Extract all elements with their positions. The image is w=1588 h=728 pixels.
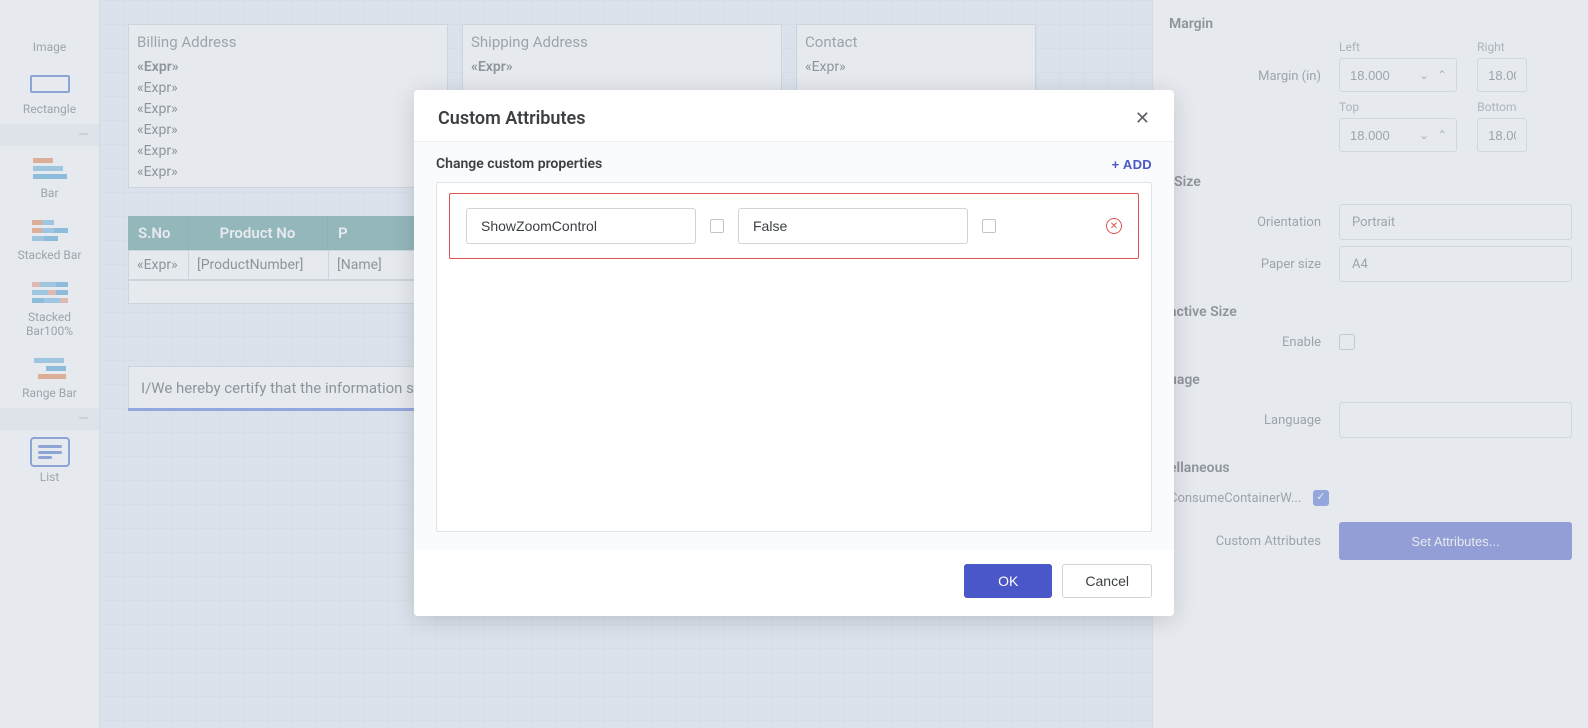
attribute-value-input[interactable] <box>738 208 968 244</box>
attribute-value-checkbox[interactable] <box>982 219 996 233</box>
add-attribute-button[interactable]: + ADD <box>1112 157 1152 172</box>
custom-attributes-dialog: Custom Attributes ✕ Change custom proper… <box>414 90 1174 616</box>
ok-button[interactable]: OK <box>964 564 1052 598</box>
attributes-list: ✕ <box>436 182 1152 532</box>
attribute-key-input[interactable] <box>466 208 696 244</box>
delete-attribute-icon[interactable]: ✕ <box>1106 218 1122 234</box>
cancel-button[interactable]: Cancel <box>1062 564 1152 598</box>
dialog-subtitle: Change custom properties <box>436 156 602 172</box>
dialog-title: Custom Attributes <box>438 108 585 129</box>
modal-overlay: Custom Attributes ✕ Change custom proper… <box>0 0 1588 728</box>
close-icon[interactable]: ✕ <box>1135 108 1150 129</box>
attribute-key-checkbox[interactable] <box>710 219 724 233</box>
attribute-row: ✕ <box>449 193 1139 259</box>
